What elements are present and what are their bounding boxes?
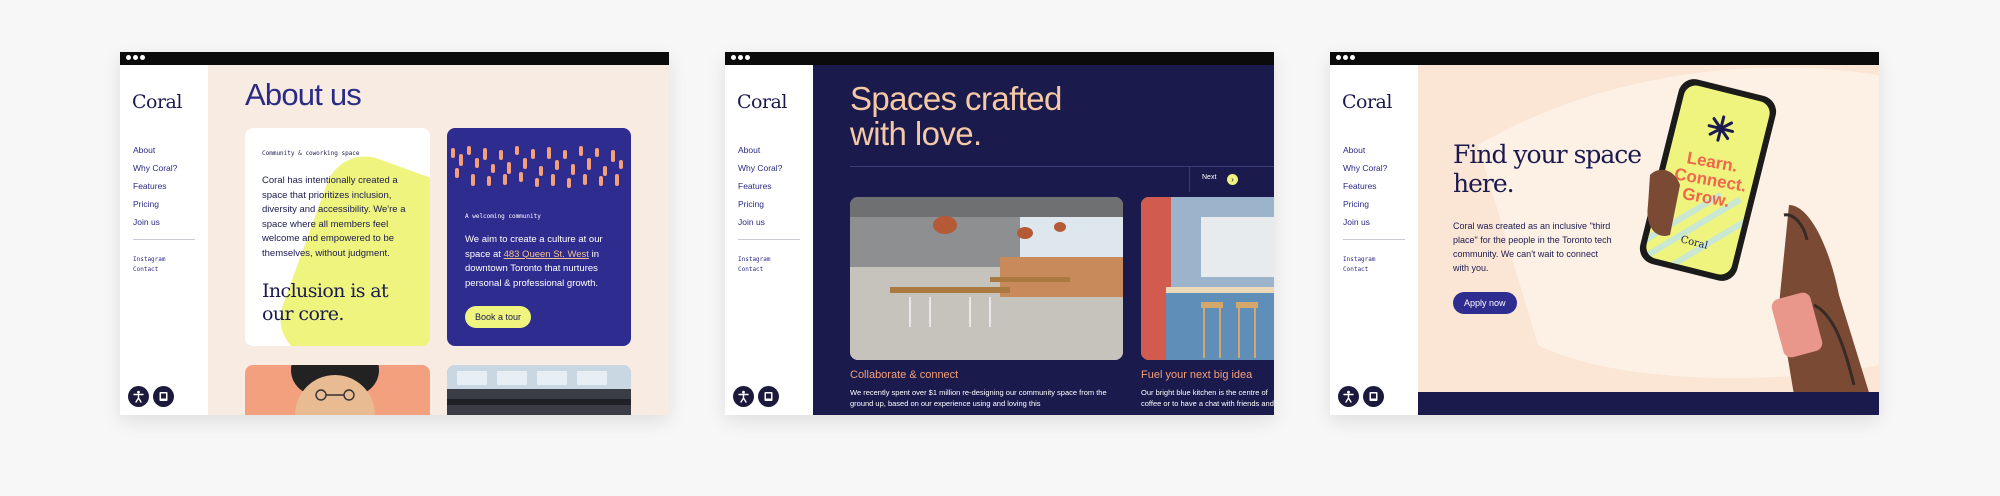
- intro-text: Coral was created as an inclusive "third…: [1453, 221, 1612, 273]
- main-content: About us Community & coworking space Cor…: [208, 65, 669, 415]
- workspace-photo: [447, 365, 631, 415]
- nav-item-pricing[interactable]: Pricing: [1343, 199, 1387, 217]
- sidebar: Coral About Why Coral? Features Pricing …: [725, 65, 813, 415]
- book-icon[interactable]: [1363, 386, 1384, 407]
- pattern-graphic: [451, 146, 623, 188]
- nav-item-features[interactable]: Features: [1343, 181, 1387, 199]
- nav-item-about[interactable]: About: [738, 145, 782, 163]
- browser-chrome: [120, 52, 669, 65]
- item-text: Our bright blue kitchen is the centre of…: [1141, 388, 1274, 408]
- accessibility-icon[interactable]: [1338, 386, 1359, 407]
- nav-item-about[interactable]: About: [1343, 145, 1387, 163]
- social-links: Instagram Contact: [738, 255, 771, 275]
- nav-item-pricing[interactable]: Pricing: [133, 199, 177, 217]
- nav-item-join-us[interactable]: Join us: [133, 217, 177, 235]
- accessibility-buttons: [128, 386, 174, 407]
- browser-window-find-space: Coral About Why Coral? Features Pricing …: [1330, 52, 1879, 415]
- accessibility-buttons: [1338, 386, 1384, 407]
- contact-link[interactable]: Contact: [1343, 265, 1376, 275]
- card-body: Coral has intentionally created a space …: [262, 175, 406, 259]
- nav-item-why-coral[interactable]: Why Coral?: [133, 163, 177, 181]
- arrow-right-icon: ›: [1227, 174, 1238, 185]
- window-dots: [731, 55, 750, 60]
- coral-logo[interactable]: Coral: [1342, 91, 1392, 113]
- kitchen-photo: [1141, 197, 1274, 360]
- next-button[interactable]: Next ›: [1189, 167, 1274, 192]
- sidebar-nav: About Why Coral? Features Pricing Join u…: [1343, 145, 1387, 235]
- contact-link[interactable]: Contact: [133, 265, 166, 275]
- accessibility-icon[interactable]: [128, 386, 149, 407]
- sidebar-divider: [1343, 239, 1405, 240]
- nav-item-why-coral[interactable]: Why Coral?: [738, 163, 782, 181]
- footer-strip: [1418, 392, 1879, 415]
- nav-item-join-us[interactable]: Join us: [738, 217, 782, 235]
- nav-item-pricing[interactable]: Pricing: [738, 199, 782, 217]
- community-card: A welcoming community We aim to create a…: [447, 128, 631, 346]
- address-link[interactable]: 483 Queen St. West: [504, 249, 589, 260]
- lounge-photo: [850, 197, 1123, 360]
- fingers-illustration: [1647, 169, 1680, 236]
- card-label: Community & coworking space: [262, 150, 360, 157]
- sidebar: Coral About Why Coral? Features Pricing …: [1330, 65, 1418, 415]
- page-title: Find your space here.: [1453, 140, 1642, 198]
- sidebar-divider: [738, 239, 800, 240]
- page-title: About us: [245, 77, 362, 112]
- instagram-link[interactable]: Instagram: [1343, 255, 1376, 265]
- apply-now-button[interactable]: Apply now: [1453, 292, 1517, 314]
- member-photo: [245, 365, 430, 415]
- card-body: We aim to create a culture at our space …: [465, 233, 620, 291]
- item-title: Fuel your next big idea: [1141, 369, 1253, 381]
- book-icon[interactable]: [758, 386, 779, 407]
- accessibility-icon[interactable]: [733, 386, 754, 407]
- social-links: Instagram Contact: [1343, 255, 1376, 275]
- book-a-tour-button[interactable]: Book a tour: [465, 306, 532, 328]
- card-headline: Inclusion is at our core.: [262, 280, 389, 325]
- browser-chrome: [725, 52, 1274, 65]
- inclusion-card: Community & coworking space Coral has in…: [245, 128, 430, 346]
- coral-logo[interactable]: Coral: [737, 91, 787, 113]
- window-dots: [1336, 55, 1355, 60]
- social-links: Instagram Contact: [133, 255, 166, 275]
- nav-item-about[interactable]: About: [133, 145, 177, 163]
- browser-chrome: [1330, 52, 1879, 65]
- arm-illustration: [1771, 205, 1876, 415]
- instagram-link[interactable]: Instagram: [738, 255, 771, 265]
- sidebar-nav: About Why Coral? Features Pricing Join u…: [133, 145, 177, 235]
- browser-window-spaces: Coral About Why Coral? Features Pricing …: [725, 52, 1274, 415]
- nav-item-why-coral[interactable]: Why Coral?: [1343, 163, 1387, 181]
- next-label: Next: [1202, 174, 1217, 181]
- accessibility-buttons: [733, 386, 779, 407]
- sidebar-divider: [133, 239, 195, 240]
- card-label: A welcoming community: [465, 213, 541, 220]
- main-content: Find your space here. Coral was created …: [1418, 65, 1879, 415]
- item-text: We recently spent over $1 million re-des…: [850, 388, 1107, 408]
- window-dots: [126, 55, 145, 60]
- instagram-link[interactable]: Instagram: [133, 255, 166, 265]
- page-title: Spaces crafted with love.: [850, 80, 1062, 152]
- contact-link[interactable]: Contact: [738, 265, 771, 275]
- nav-item-join-us[interactable]: Join us: [1343, 217, 1387, 235]
- coral-logo[interactable]: Coral: [132, 91, 182, 113]
- item-title: Collaborate & connect: [850, 369, 959, 381]
- book-icon[interactable]: [153, 386, 174, 407]
- nav-item-features[interactable]: Features: [738, 181, 782, 199]
- browser-window-about: Coral About Why Coral? Features Pricing …: [120, 52, 669, 415]
- nav-item-features[interactable]: Features: [133, 181, 177, 199]
- sidebar: Coral About Why Coral? Features Pricing …: [120, 65, 208, 415]
- main-content: Spaces crafted with love. Next › Collabo…: [813, 65, 1274, 415]
- sidebar-nav: About Why Coral? Features Pricing Join u…: [738, 145, 782, 235]
